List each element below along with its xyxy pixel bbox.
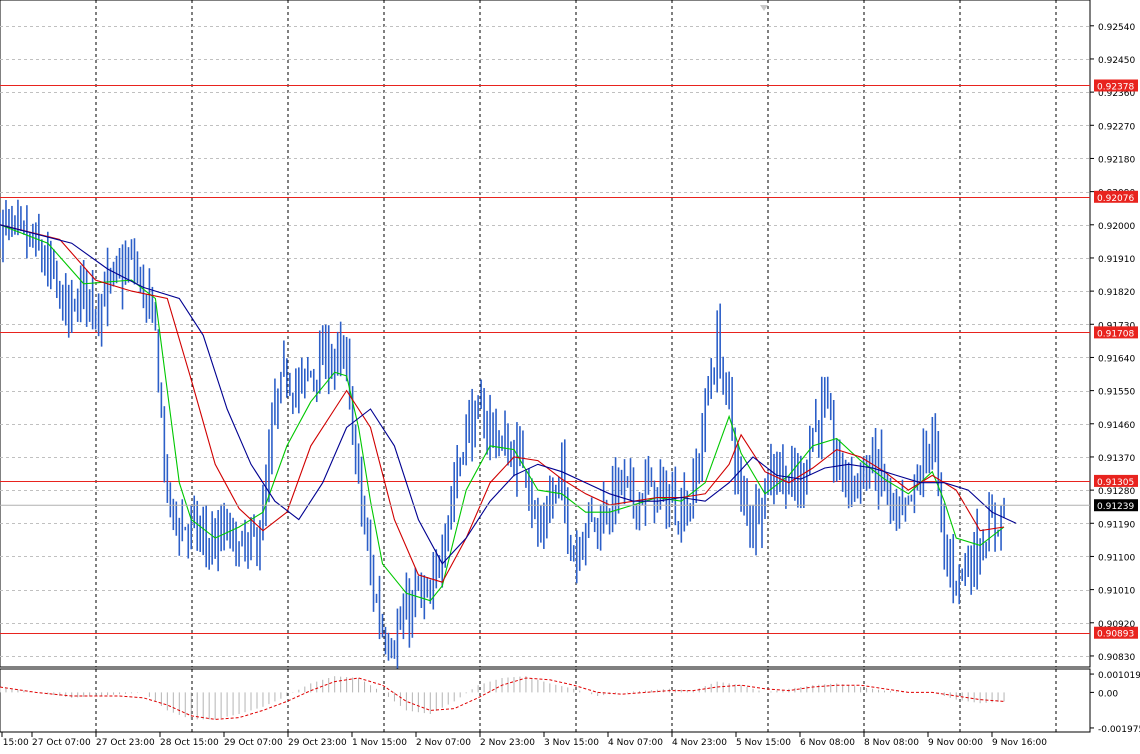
price-axis-label: 0.91280 [1098,487,1135,497]
time-axis-label: 4 Nov 23:00 [672,738,727,748]
time-axis-label: 27 Oct 23:00 [96,738,155,748]
price-axis-label: 0.91190 [1098,520,1135,530]
level-price-label: 0.92076 [1097,194,1134,204]
price-axis-label: 0.91100 [1098,553,1135,563]
level-price-label: 0.92378 [1097,82,1134,92]
oscillator-pane[interactable] [0,668,1091,733]
level-price-label: 0.90893 [1097,630,1134,640]
time-axis-label: 8 Nov 08:00 [864,738,919,748]
time-axis-label: 5 Nov 15:00 [736,738,791,748]
price-axis-label: 0.91370 [1098,454,1135,464]
time-axis-label: 9 Nov 16:00 [992,738,1047,748]
time-axis-label: 4 Nov 07:00 [608,738,663,748]
price-axis-label: 0.92000 [1098,222,1135,232]
price-axis-label: 0.90830 [1098,653,1135,663]
time-axis-label: 29 Oct 07:00 [224,738,283,748]
price-axis-label: 0.91820 [1098,288,1135,298]
time-axis-label: 28 Oct 15:00 [160,738,219,748]
oscillator-axis-label: 0.001019 [1098,671,1140,681]
time-axis-label: 26 Oct 15:00 [0,738,29,748]
time-axis-label: 27 Oct 07:00 [32,738,91,748]
time-axis-label: 2 Nov 23:00 [480,738,535,748]
price-pane[interactable] [0,0,1091,671]
price-axis-label: 0.91010 [1098,587,1135,597]
price-axis-label: 0.92540 [1098,23,1135,33]
oscillator-axis-label: 0.00 [1098,689,1118,699]
time-axis-label: 1 Nov 15:00 [352,738,407,748]
price-axis-label: 0.91460 [1098,421,1135,431]
price-axis-label: 0.91910 [1098,255,1135,265]
price-axis-label: 0.92270 [1098,122,1135,132]
time-axis-label: 29 Oct 23:00 [288,738,347,748]
time-axis-label: 3 Nov 15:00 [544,738,599,748]
price-axis-label: 0.91550 [1098,388,1135,398]
time-axis-label: 2 Nov 07:00 [416,738,471,748]
level-price-label: 0.91708 [1097,329,1134,339]
current-price-label: 0.91239 [1097,502,1134,512]
level-price-label: 0.91305 [1097,478,1134,488]
oscillator-axis-label: -0.001975 [1098,725,1140,735]
price-pane-frame [0,0,1091,668]
price-axis-label: 0.91640 [1098,354,1135,364]
oscillator-pane-frame [0,668,1091,733]
time-axis-label: 6 Nov 08:00 [800,738,855,748]
time-axis-label: 9 Nov 00:00 [928,738,983,748]
price-axis-label: 0.92450 [1098,56,1135,66]
trading-chart[interactable]: 0.925400.924500.923600.922700.921800.920… [0,0,1140,754]
price-axis-label: 0.92180 [1098,155,1135,165]
